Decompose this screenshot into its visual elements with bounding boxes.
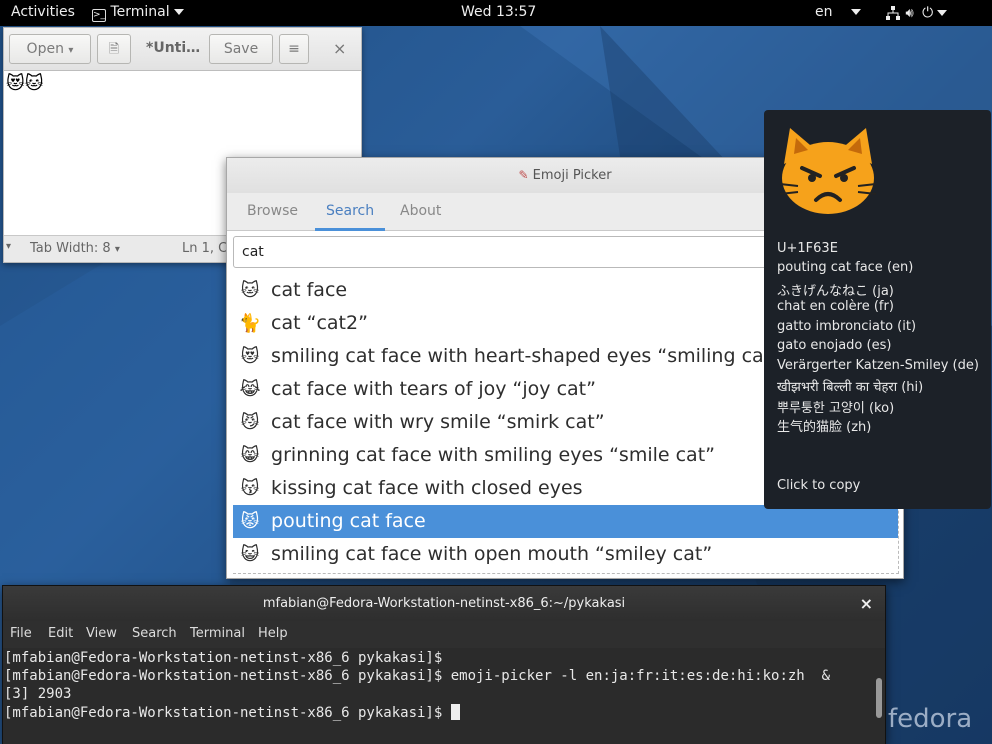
menu-view[interactable]: View: [86, 626, 117, 641]
fedora-logo: fedora: [888, 704, 973, 734]
save-button[interactable]: Save: [209, 34, 273, 64]
menu-edit[interactable]: Edit: [48, 626, 73, 641]
translation-line: gatto imbronciato (it): [777, 318, 917, 334]
new-document-icon: 🗎︎: [108, 42, 120, 57]
language-label: en: [815, 4, 833, 20]
chevron-down-icon: [173, 9, 184, 15]
result-label: cat face: [265, 279, 348, 301]
emoji-glyph: 😻: [240, 346, 260, 367]
translation-line: chat en colère (fr): [777, 299, 894, 314]
chevron-down-icon: ▾: [68, 45, 74, 56]
emoji-glyph: 😽: [240, 478, 260, 499]
app-menu-label: Terminal: [110, 4, 170, 20]
emoji-glyph: 😸: [240, 445, 260, 466]
app-icon: ✎: [518, 168, 529, 182]
scrollbar[interactable]: [876, 678, 882, 718]
terminal-line: [3] 2903: [4, 686, 72, 702]
tab-search[interactable]: Search: [315, 193, 386, 231]
chevron-down-icon: ▾: [114, 244, 120, 255]
chevron-down-icon: [937, 10, 948, 16]
tab-browse[interactable]: Browse: [247, 193, 298, 231]
top-bar: Activities >_ Terminal Wed 13:57 en 🔊︎ ⏻: [0, 0, 992, 26]
close-icon[interactable]: ×: [333, 39, 346, 58]
menu-icon: ≡: [288, 41, 300, 57]
system-menu[interactable]: 🔊︎ ⏻: [885, 5, 948, 21]
emoji-glyph: 😼: [240, 412, 260, 433]
app-menu[interactable]: >_ Terminal: [92, 4, 184, 22]
terminal-window: mfabian@Fedora-Workstation-netinst-x86_6…: [2, 585, 886, 744]
chevron-down-icon: [850, 9, 861, 15]
new-document-button[interactable]: 🗎︎: [97, 34, 131, 64]
result-label: cat face with tears of joy “joy cat”: [265, 378, 596, 400]
translation-line: pouting cat face (en): [777, 260, 914, 275]
tab-about[interactable]: About: [400, 193, 441, 231]
terminal-titlebar: mfabian@Fedora-Workstation-netinst-x86_6…: [3, 586, 885, 621]
emoji-glyph: 😾: [240, 511, 260, 532]
hamburger-menu-button[interactable]: ≡: [279, 34, 309, 64]
tab-width-label: Tab Width: 8: [30, 241, 111, 256]
open-button-label: Open: [26, 41, 64, 57]
result-label: grinning cat face with smiling eyes “smi…: [265, 444, 715, 466]
editor-text-area[interactable]: 😻🐱: [6, 73, 44, 94]
terminal-line: [mfabian@Fedora-Workstation-netinst-x86_…: [4, 668, 831, 684]
chevron-down-icon: ▾: [6, 241, 12, 252]
editor-headerbar: Open ▾ 🗎︎ *Unti… Save ≡ ×: [4, 28, 361, 71]
translation-line: Verärgerter Katzen-Smiley (de): [777, 357, 979, 373]
pouting-cat-face-icon: [779, 128, 877, 214]
close-icon[interactable]: ×: [860, 586, 873, 621]
activities-button[interactable]: Activities: [11, 4, 75, 20]
picker-title: Emoji Picker: [532, 168, 612, 183]
result-label: smiling cat face with open mouth “smiley…: [265, 543, 713, 565]
translation-line: gato enojado (es): [777, 338, 892, 353]
result-row[interactable]: 😾 pouting cat face: [233, 505, 898, 538]
network-icon: [886, 6, 900, 20]
terminal-prompt: [mfabian@Fedora-Workstation-netinst-x86_…: [4, 705, 451, 721]
emoji-tooltip: U+1F63E Click to copy pouting cat face (…: [764, 110, 991, 509]
terminal-output[interactable]: [mfabian@Fedora-Workstation-netinst-x86_…: [3, 648, 885, 744]
terminal-line: [mfabian@Fedora-Workstation-netinst-x86_…: [4, 704, 460, 721]
codepoint: U+1F63E: [777, 241, 838, 256]
tab-width-selector[interactable]: Tab Width: 8 ▾: [30, 241, 120, 256]
clock[interactable]: Wed 13:57: [461, 4, 536, 20]
emoji-glyph: 😹: [239, 379, 261, 400]
terminal-icon: >_: [92, 9, 106, 22]
terminal-menubar: File Edit View Search Terminal Help: [3, 621, 885, 648]
emoji-glyph: 🐱: [240, 280, 260, 301]
input-language-menu[interactable]: en: [815, 4, 861, 20]
open-button[interactable]: Open ▾: [9, 34, 91, 64]
translation-line: 뿌루퉁한 고양이 (ko): [777, 400, 895, 416]
search-input[interactable]: cat: [233, 236, 793, 268]
copy-hint: Click to copy: [777, 478, 861, 493]
menu-help[interactable]: Help: [258, 626, 288, 641]
terminal-cursor: [450, 704, 460, 720]
emoji-glyph: 😺: [240, 544, 260, 565]
power-icon: ⏻: [922, 5, 934, 21]
terminal-title: mfabian@Fedora-Workstation-netinst-x86_6…: [262, 596, 626, 611]
terminal-line: [mfabian@Fedora-Workstation-netinst-x86_…: [4, 650, 443, 666]
result-label: cat face with wry smile “smirk cat”: [265, 411, 605, 433]
volume-icon: 🔊︎: [905, 6, 914, 21]
emoji-glyph: 🐈: [238, 313, 262, 334]
menu-terminal[interactable]: Terminal: [190, 626, 245, 641]
result-label: cat “cat2”: [265, 312, 368, 334]
result-label: pouting cat face: [265, 510, 426, 532]
document-title: *Unti…: [146, 40, 201, 56]
result-row[interactable]: 😺 smiling cat face with open mouth “smil…: [233, 538, 898, 571]
translation-line: खीझभरी बिल्ली का चेहरा (hi): [777, 380, 924, 395]
translation-line: 生气的猫脸 (zh): [777, 420, 872, 435]
menu-file[interactable]: File: [10, 626, 32, 641]
menu-search[interactable]: Search: [132, 626, 177, 641]
translation-line: ふきげんなねこ (ja): [777, 283, 894, 299]
result-label: kissing cat face with closed eyes: [265, 477, 583, 499]
